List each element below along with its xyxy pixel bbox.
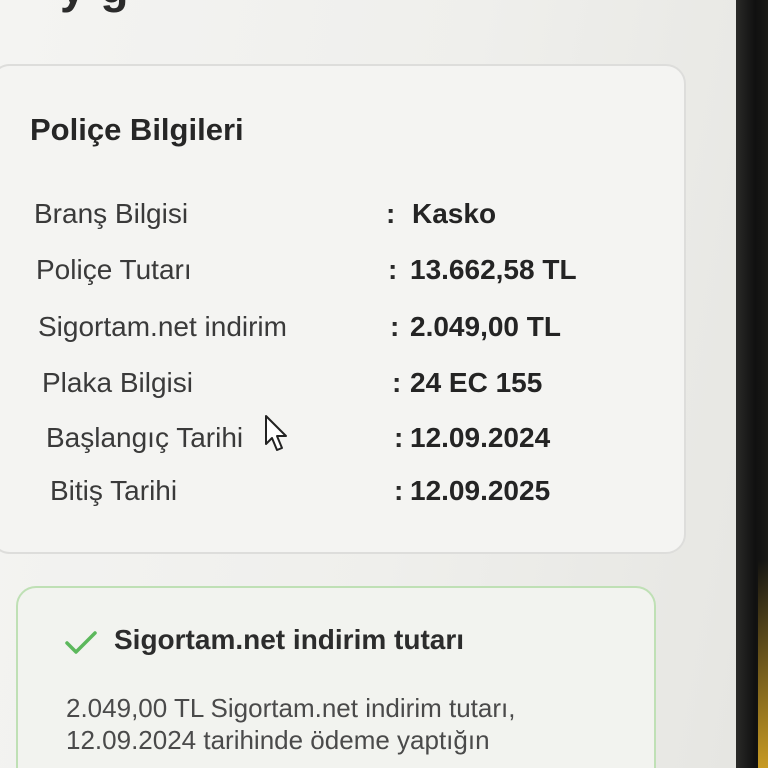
info-label: Sigortam.net indirim bbox=[38, 311, 287, 342]
check-icon bbox=[65, 631, 97, 654]
discount-text-line: 2.049,00 TL Sigortam.net indirim tutarı, bbox=[66, 693, 516, 723]
info-label: Plaka Bilgisi bbox=[42, 367, 193, 398]
info-value: 2.049,00 TL bbox=[410, 311, 561, 342]
discount-text-line: 12.09.2024 tarihinde ödeme yaptığın bbox=[66, 725, 490, 755]
info-row-branch: Branş Bilgisi : Kasko bbox=[34, 198, 674, 238]
discount-card-text: 2.049,00 TL Sigortam.net indirim tutarı,… bbox=[66, 692, 646, 756]
info-colon: : bbox=[388, 254, 398, 285]
info-value: 12.09.2024 bbox=[410, 422, 551, 453]
info-label: Bitiş Tarihi bbox=[50, 475, 178, 506]
info-value: Kasko bbox=[412, 198, 497, 229]
info-colon: : bbox=[392, 367, 402, 398]
info-colon: : bbox=[394, 475, 404, 506]
info-label: Başlangıç Tarihi bbox=[46, 422, 244, 453]
info-colon: : bbox=[390, 311, 400, 342]
info-row-plate: Plaka Bilgisi : 24 EC 155 bbox=[42, 367, 682, 407]
info-label: Poliçe Tutarı bbox=[36, 254, 192, 285]
info-colon: : bbox=[394, 422, 404, 453]
device-edge-highlight bbox=[758, 560, 768, 768]
info-row-end-date: Bitiş Tarihi : 12.09.2025 bbox=[50, 475, 690, 515]
info-row-policy-amount: Poliçe Tutarı : 13.662,58 TL bbox=[36, 254, 676, 294]
info-colon: : bbox=[386, 198, 396, 229]
page-heading-partial: y g bbox=[60, 0, 129, 14]
discount-card-title: Sigortam.net indirim tutarı bbox=[114, 624, 465, 655]
info-value: 24 EC 155 bbox=[410, 367, 543, 398]
discount-info-card: Sigortam.net indirim tutarı 2.049,00 TL … bbox=[16, 586, 656, 768]
info-value: 12.09.2025 bbox=[410, 475, 551, 506]
info-label: Branş Bilgisi bbox=[34, 198, 189, 229]
mouse-cursor-icon bbox=[265, 415, 287, 451]
info-row-start-date: Başlangıç Tarihi : 12.09.2024 bbox=[46, 422, 686, 462]
card-title: Poliçe Bilgileri bbox=[30, 112, 244, 147]
info-row-discount: Sigortam.net indirim : 2.049,00 TL bbox=[38, 311, 678, 351]
screen: y g Poliçe Bilgileri Branş Bilgisi : Kas… bbox=[0, 0, 740, 768]
policy-info-card: Poliçe Bilgileri Branş Bilgisi : Kasko P… bbox=[0, 64, 686, 554]
info-value: 13.662,58 TL bbox=[410, 254, 577, 285]
